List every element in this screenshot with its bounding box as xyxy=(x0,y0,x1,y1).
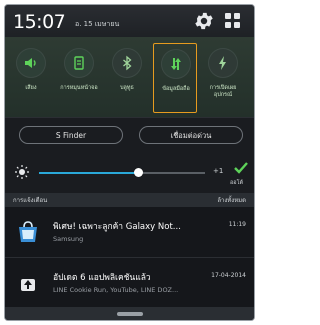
check-icon[interactable] xyxy=(233,161,249,175)
notification-subtitle: Samsung xyxy=(53,235,84,243)
toggle-bluetooth[interactable]: บลูทูธ xyxy=(105,43,149,113)
clear-all-button[interactable]: ล้างทั้งหมด xyxy=(217,195,246,205)
quick-connect-button[interactable]: เชื่อมต่อด่วน xyxy=(139,126,243,144)
brightness-icon xyxy=(15,165,29,179)
notification-item[interactable]: อัปเดต 6 แอปพลิเคชันแล้ว LINE Cookie Run… xyxy=(5,257,254,308)
toggle-sound[interactable]: เสียง xyxy=(9,43,53,113)
toggle-mobile-data[interactable]: ข้อมูลมือถือ xyxy=(153,43,197,113)
notification-time: 11:19 xyxy=(228,221,246,228)
gear-icon[interactable] xyxy=(193,10,215,32)
toggle-label: เสียง xyxy=(25,85,37,91)
brightness-row: +1 ออโต้ xyxy=(5,151,254,193)
notification-subtitle: LINE Cookie Run, YouTube, LINE DOZ... xyxy=(53,286,179,294)
brightness-plus-label: +1 xyxy=(213,167,224,175)
samsung-apps-icon xyxy=(19,221,37,242)
drag-handle[interactable] xyxy=(117,312,143,316)
notification-title: อัปเดต 6 แอปพลิเคชันแล้ว xyxy=(53,273,151,283)
toggle-power-saving[interactable]: การเปิดเผยอุปกรณ์ xyxy=(201,43,245,113)
brightness-slider-thumb[interactable] xyxy=(134,168,144,177)
notification-panel: 15:07 อ. 15 เมษายน เสียง การหมุนหน้าจอ บ… xyxy=(4,4,255,321)
power-saving-icon xyxy=(219,56,226,70)
volume-icon xyxy=(25,58,36,68)
panel-bottom-bar xyxy=(5,307,254,320)
toggle-label: ข้อมูลมือถือ xyxy=(162,86,190,92)
s-finder-button[interactable]: S Finder xyxy=(19,126,123,144)
grid-icon[interactable] xyxy=(225,13,241,29)
toggle-screen-rotation[interactable]: การหมุนหน้าจอ xyxy=(57,43,101,113)
brightness-slider-fill xyxy=(39,172,139,174)
notifications-title: การแจ้งเตือน xyxy=(13,197,48,204)
notification-item[interactable]: พิเศษ! เฉพาะลูกค้า Galaxy Not... Samsung… xyxy=(5,207,254,257)
toggle-label: บลูทูธ xyxy=(120,85,134,91)
notification-time: 17-04-2014 xyxy=(211,272,246,279)
screen-rotation-icon xyxy=(74,56,84,70)
mobile-data-icon xyxy=(171,58,181,70)
bluetooth-icon xyxy=(123,55,132,71)
status-bar: 15:07 อ. 15 เมษายน xyxy=(5,5,254,37)
quick-settings-toggles: เสียง การหมุนหน้าจอ บลูทูธ ข้อมูลมือถือ … xyxy=(5,37,254,117)
toggle-label: การหมุนหน้าจอ xyxy=(60,85,98,91)
clock-time: 15:07 xyxy=(13,11,66,33)
toggle-label: การเปิดเผยอุปกรณ์ xyxy=(209,85,237,98)
notifications-header: การแจ้งเตือน ล้างทั้งหมด xyxy=(5,193,254,207)
auto-brightness-label: ออโต้ xyxy=(230,180,244,186)
app-update-icon xyxy=(21,279,35,291)
status-date: อ. 15 เมษายน xyxy=(75,20,120,28)
notification-title: พิเศษ! เฉพาะลูกค้า Galaxy Not... xyxy=(53,222,181,232)
finder-row: S Finder เชื่อมต่อด่วน xyxy=(5,117,254,152)
